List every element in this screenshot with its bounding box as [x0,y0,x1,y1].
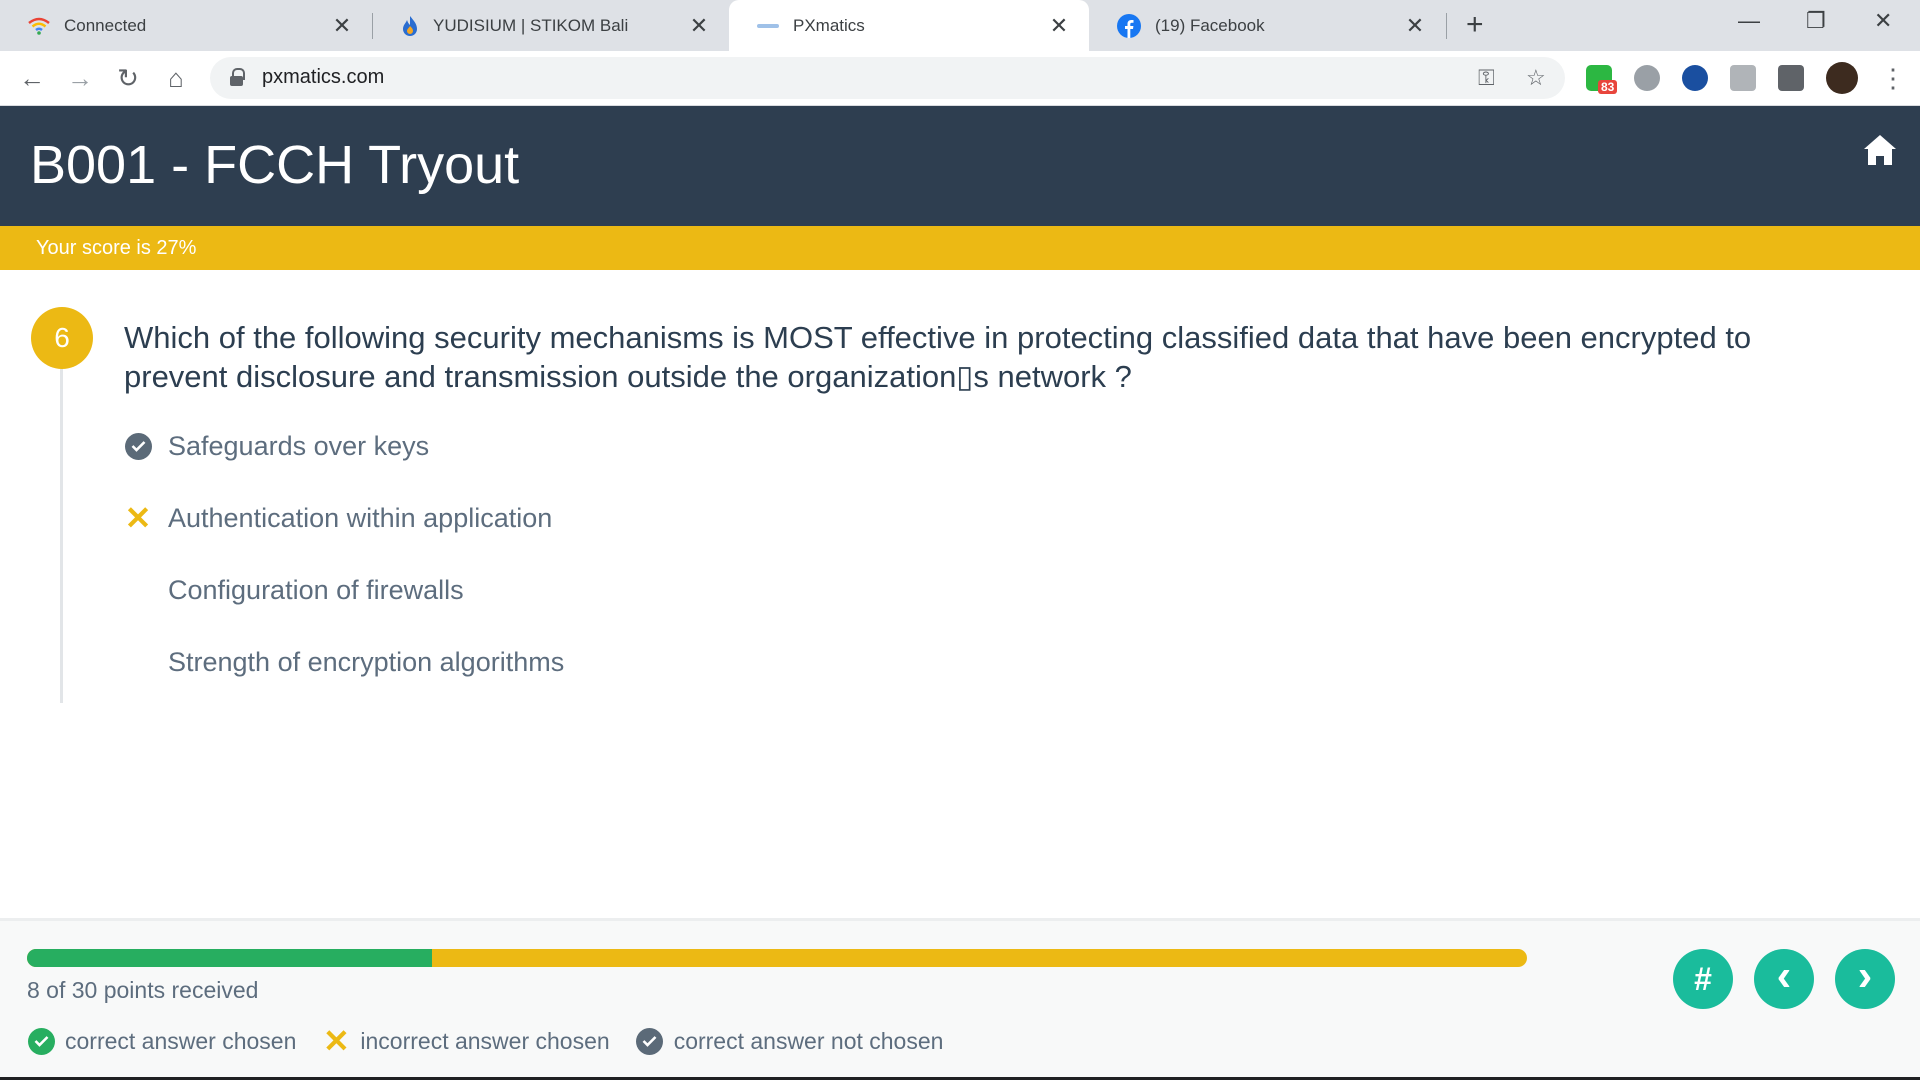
key-icon[interactable]: ⚿ [1478,65,1495,91]
restore-button[interactable]: ❐ [1806,8,1826,34]
points-text: 8 of 30 points received [27,977,259,1003]
close-window-button[interactable]: ✕ [1874,8,1892,34]
avatar[interactable] [1826,62,1858,94]
menu-icon[interactable]: ⋮ [1880,63,1906,94]
question-timeline [60,369,63,703]
tab-pxmatics[interactable]: PXmatics ✕ [729,0,1089,51]
page-header: B001 - FCCH Tryout [0,106,1920,226]
tab-separator [1446,13,1447,39]
tab-title: PXmatics [793,15,865,35]
next-button[interactable]: › [1835,949,1895,1009]
new-tab-button[interactable]: + [1466,8,1484,42]
facebook-icon [1117,13,1141,38]
extension-icon[interactable] [1682,65,1708,91]
forward-button[interactable]: → [64,63,96,94]
tab-title: (19) Facebook [1155,15,1265,35]
option-label: Safeguards over keys [168,430,430,461]
check-circle-gray-icon [124,432,152,460]
flame-icon [403,15,417,36]
legend-label: incorrect answer chosen [360,1027,610,1054]
answer-option: ✕ Authentication within application [124,498,553,538]
close-icon[interactable]: ✕ [330,13,354,39]
tab-facebook[interactable]: (19) Facebook ✕ [1089,0,1445,51]
option-label: Configuration of firewalls [168,574,464,605]
answer-legend: correct answer chosen ✕ incorrect answer… [27,1023,969,1059]
answer-option: Configuration of firewalls [124,570,464,610]
wifi-icon [28,17,50,35]
score-progress-bar [27,949,1527,967]
minimize-button[interactable]: — [1738,8,1760,34]
legend-label: correct answer chosen [65,1027,297,1054]
close-icon[interactable]: ✕ [1047,13,1071,39]
back-button[interactable]: ← [16,63,48,94]
tab-connected[interactable]: Connected ✕ [0,0,372,51]
close-icon[interactable]: ✕ [687,13,711,39]
url-text[interactable]: pxmatics.com [262,66,384,89]
score-text: Your score is 27% [36,237,197,259]
legend-item: ✕ incorrect answer chosen [322,1023,610,1059]
tab-title: YUDISIUM | STIKOM Bali [433,15,629,35]
star-icon[interactable]: ☆ [1526,65,1546,91]
answer-option: Safeguards over keys [124,426,429,466]
option-label: Authentication within application [168,502,553,533]
x-mark-icon: ✕ [124,500,152,536]
question-text: Which of the following security mechanis… [124,320,1752,394]
question-grid-button[interactable]: # [1673,949,1733,1009]
answer-option: Strength of encryption algorithms [124,642,564,682]
extension-badge: 83 [1598,80,1618,94]
option-label: Strength of encryption algorithms [168,646,565,677]
home-icon[interactable] [1862,132,1898,168]
lock-icon [230,68,245,86]
tab-yudisium[interactable]: YUDISIUM | STIKOM Bali ✕ [373,0,729,51]
question-number: 6 [31,307,93,369]
reload-button[interactable]: ↻ [112,63,144,94]
score-bar: Your score is 27% [0,226,1920,270]
check-circle-gray-icon [636,1027,664,1055]
tab-title: Connected [64,15,147,35]
home-button[interactable]: ⌂ [160,63,192,94]
puzzle-icon[interactable] [1778,65,1804,91]
legend-item: correct answer not chosen [636,1027,944,1055]
close-icon[interactable]: ✕ [1403,13,1427,39]
browser-tab-bar: Connected ✕ YUDISIUM | STIKOM Bali ✕ PXm… [0,0,1920,51]
check-circle-green-icon [27,1027,55,1055]
score-progress-fill [27,949,432,967]
address-bar[interactable]: pxmatics.com ⚿ ☆ [210,57,1565,99]
settings-extension-icon[interactable] [1634,65,1660,91]
results-footer: 8 of 30 points received correct answer c… [0,918,1920,1080]
legend-label: correct answer not chosen [673,1027,944,1054]
pxmatics-icon [757,23,779,28]
previous-button[interactable]: ‹ [1754,949,1814,1009]
page-title: B001 - FCCH Tryout [30,135,520,195]
camera-icon[interactable] [1730,65,1756,91]
browser-toolbar: ← → ↻ ⌂ pxmatics.com ⚿ ☆ ⋮ [0,51,1920,106]
x-mark-icon: ✕ [322,1023,350,1059]
legend-item: correct answer chosen [27,1027,296,1055]
